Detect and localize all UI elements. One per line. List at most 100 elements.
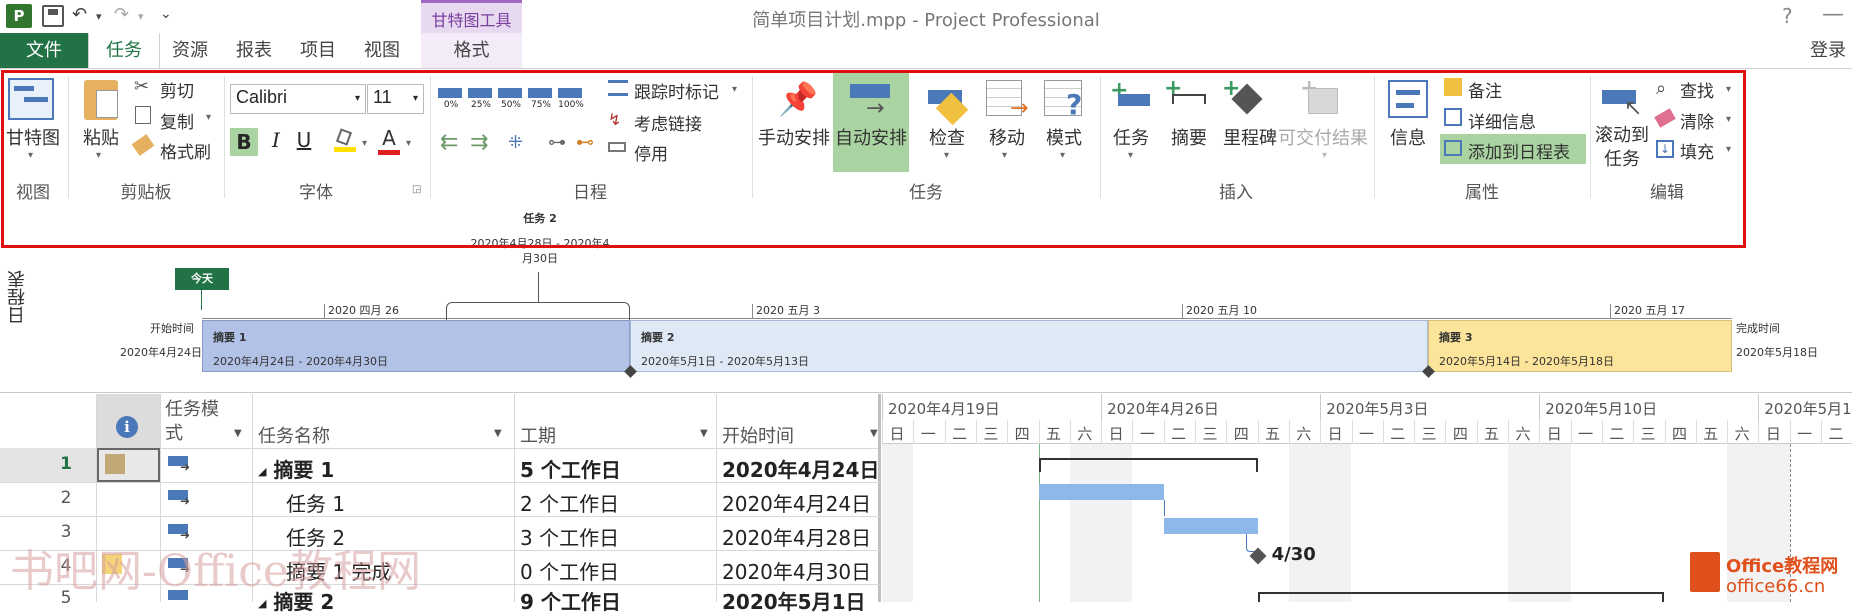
italic-button[interactable]: I — [264, 128, 288, 152]
duration-cell[interactable]: 2 个工作日 — [520, 488, 619, 517]
header-start[interactable]: 开始时间 — [722, 422, 794, 448]
mode-button[interactable]: 模式 — [1038, 124, 1090, 150]
font-size-combo[interactable]: 11 ▾ — [367, 84, 424, 114]
format-painter-button[interactable]: 格式刷 — [160, 138, 211, 163]
login-link[interactable]: 登录 — [1810, 36, 1846, 62]
gantt-task-bar[interactable] — [1163, 518, 1258, 534]
information-button[interactable]: 信息 — [1382, 124, 1434, 150]
indent-icon[interactable]: ⇉ — [470, 130, 488, 155]
tab-file[interactable]: 文件 — [0, 33, 88, 68]
find-dropdown-icon[interactable]: ▾ — [1726, 84, 1731, 95]
font-size-dropdown-icon[interactable]: ▾ — [413, 93, 418, 104]
table-gantt-splitter[interactable] — [878, 394, 881, 602]
task-name-cell[interactable]: ◢ 摘要 1 — [258, 454, 334, 483]
insert-summary-button[interactable]: 摘要 — [1164, 124, 1214, 150]
copy-button[interactable]: 复制 — [160, 108, 194, 133]
task-mode-filter-icon[interactable]: ▼ — [234, 428, 242, 439]
clear-dropdown-icon[interactable]: ▾ — [1726, 114, 1731, 125]
duration-filter-icon[interactable]: ▼ — [700, 428, 708, 439]
paste-dropdown-icon[interactable]: ▾ — [96, 150, 101, 161]
find-button[interactable]: 查找 — [1680, 77, 1714, 102]
inactivate-button[interactable]: 停用 — [634, 140, 668, 165]
link-tasks-icon[interactable]: ⊶ — [548, 132, 566, 153]
start-cell[interactable]: 2020年4月28日 — [722, 522, 871, 551]
details-button[interactable]: 详细信息 — [1468, 108, 1536, 133]
copy-icon — [135, 106, 151, 124]
start-cell[interactable]: 2020年4月30日 — [722, 556, 871, 585]
gantt-link-arrow[interactable] — [1163, 500, 1165, 516]
move-button[interactable]: 移动 — [980, 124, 1034, 150]
duration-cell[interactable]: 0 个工作日 — [520, 556, 619, 585]
tab-format[interactable]: 格式 — [421, 33, 522, 68]
timeline-bar-summary-1[interactable]: 摘要 1 2020年4月24日 - 2020年4月30日 — [202, 320, 630, 372]
font-color-dropdown-icon[interactable]: ▾ — [406, 138, 411, 149]
tab-resource[interactable]: 资源 — [164, 33, 216, 68]
collapse-icon[interactable]: ◢ — [258, 465, 266, 478]
scroll-to-task-button[interactable]: 滚动到 任务 — [1594, 124, 1650, 172]
font-color-button[interactable]: A — [378, 126, 400, 155]
percent-75-icon[interactable] — [528, 88, 552, 98]
header-task-name[interactable]: 任务名称 — [258, 422, 330, 448]
manually-schedule-button[interactable]: 手动安排 — [754, 124, 834, 150]
start-cell[interactable]: 2020年4月24日 — [722, 454, 879, 483]
selected-cell[interactable] — [97, 448, 160, 482]
percent-50-icon[interactable] — [498, 88, 522, 98]
percent-0-icon[interactable] — [438, 88, 462, 98]
percent-25-icon[interactable] — [468, 88, 492, 98]
tab-project[interactable]: 项目 — [292, 33, 344, 68]
fill-dropdown-icon[interactable]: ▾ — [1726, 144, 1731, 155]
timeline-bar-summary-2[interactable]: 摘要 2 2020年5月1日 - 2020年5月13日 — [630, 320, 1428, 372]
font-dialog-launcher-icon[interactable]: ◲ — [412, 184, 421, 195]
move-dropdown-icon[interactable]: ▾ — [1002, 150, 1007, 161]
header-duration[interactable]: 工期 — [520, 422, 556, 448]
gantt-summary-bar[interactable] — [1038, 458, 1258, 472]
split-task-icon[interactable]: ⁜ — [508, 132, 523, 153]
tab-task[interactable]: 任务 — [88, 33, 160, 68]
insert-task-dropdown-icon[interactable]: ▾ — [1128, 150, 1133, 161]
duration-cell[interactable]: 3 个工作日 — [520, 522, 619, 551]
outdent-icon[interactable]: ⇇ — [440, 130, 458, 155]
fill-button[interactable]: 填充 — [1680, 138, 1714, 163]
underline-button[interactable]: U — [292, 128, 316, 152]
font-family-combo[interactable]: Calibri ▾ — [230, 84, 366, 114]
highlight-color-icon[interactable] — [334, 128, 356, 152]
notes-button[interactable]: 备注 — [1468, 77, 1502, 102]
gantt-task-bar[interactable] — [1038, 484, 1164, 500]
insert-milestone-button[interactable]: 里程碑 — [1218, 124, 1282, 150]
unlink-tasks-icon[interactable]: ⊷ — [576, 132, 594, 153]
gantt-summary-bar[interactable] — [1257, 592, 1665, 602]
row-number[interactable]: 1 — [40, 454, 92, 474]
highlight-dropdown-icon[interactable]: ▾ — [362, 138, 367, 149]
gantt-day-header: 日一二三四五六日一二三四五六日一二三四五六日一二三四五六日一二 — [882, 420, 1852, 444]
mark-on-track-button[interactable]: 跟踪时标记 — [634, 78, 719, 103]
tab-report[interactable]: 报表 — [228, 33, 280, 68]
duration-cell[interactable]: 5 个工作日 — [520, 454, 621, 483]
start-cell[interactable]: 2020年4月24日 — [722, 488, 871, 517]
insert-task-button[interactable]: 任务 — [1106, 124, 1156, 150]
respect-links-button[interactable]: 考虑链接 — [634, 110, 702, 135]
clear-button[interactable]: 清除 — [1680, 108, 1714, 133]
gantt-dropdown-icon[interactable]: ▾ — [28, 150, 33, 161]
font-family-dropdown-icon[interactable]: ▾ — [355, 93, 360, 104]
minimize-icon[interactable]: — — [1822, 2, 1844, 27]
mark-on-track-dropdown-icon[interactable]: ▾ — [732, 84, 737, 95]
start-cell[interactable]: 2020年5月1日 — [722, 586, 866, 615]
start-filter-icon[interactable]: ▼ — [870, 428, 878, 439]
bold-button[interactable]: B — [230, 128, 258, 156]
mode-dropdown-icon[interactable]: ▾ — [1060, 150, 1065, 161]
paste-button[interactable]: 粘贴 — [78, 124, 124, 150]
header-task-mode[interactable]: 任务模 式 — [165, 398, 219, 446]
duration-cell[interactable]: 9 个工作日 — [520, 586, 621, 615]
inspect-dropdown-icon[interactable]: ▾ — [944, 150, 949, 161]
task-name-cell[interactable]: 任务 1 — [286, 488, 345, 517]
inspect-button[interactable]: 检查 — [922, 124, 972, 150]
cut-button[interactable]: 剪切 — [160, 77, 194, 102]
row-number[interactable]: 2 — [40, 488, 92, 508]
task-name-filter-icon[interactable]: ▼ — [494, 428, 502, 439]
tab-view[interactable]: 视图 — [356, 33, 408, 68]
percent-100-icon[interactable] — [558, 88, 582, 98]
gantt-chart-button[interactable]: 甘特图 — [2, 124, 64, 150]
help-icon[interactable]: ? — [1782, 4, 1793, 28]
copy-dropdown-icon[interactable]: ▾ — [206, 112, 211, 123]
timeline-bar-summary-3[interactable]: 摘要 3 2020年5月14日 - 2020年5月18日 — [1428, 320, 1732, 372]
